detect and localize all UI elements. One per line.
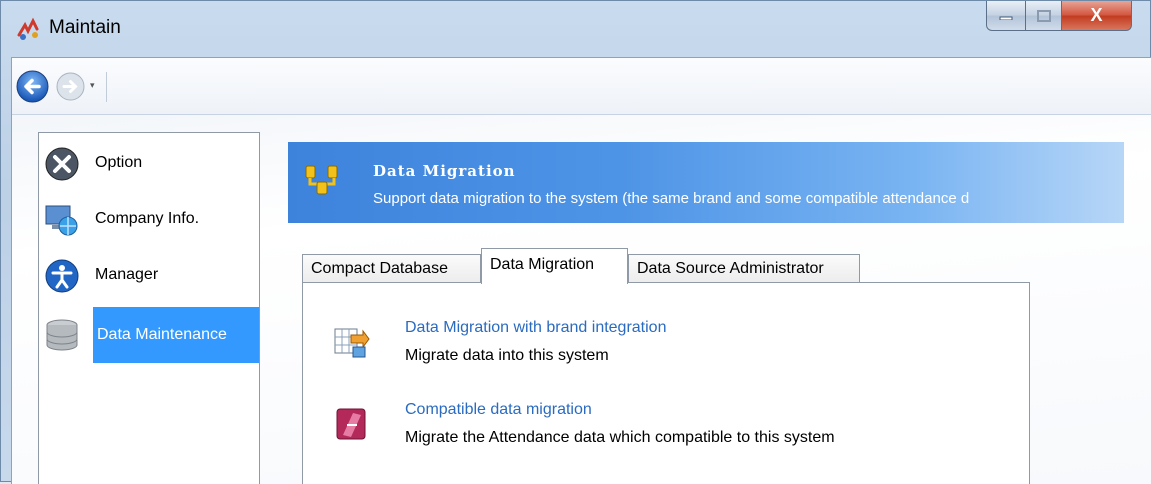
banner-subtitle: Support data migration to the system (th…	[373, 190, 970, 207]
tools-icon	[45, 147, 79, 181]
maximize-button[interactable]	[1026, 1, 1062, 31]
maximize-icon	[1036, 9, 1051, 22]
app-icon	[17, 17, 39, 40]
monitor-globe-icon	[45, 205, 78, 236]
compatible-migration-link[interactable]: Compatible data migration	[405, 401, 592, 419]
compatible-migration-description: Migrate the Attendance data which compat…	[405, 429, 835, 446]
data-migration-icon	[305, 165, 338, 195]
sidebar-item-company-info[interactable]: Company Info.	[39, 195, 259, 245]
section-banner: Data Migration Support data migration to…	[288, 142, 1124, 223]
sidebar-item-data-maintenance[interactable]: Data Maintenance	[39, 307, 259, 363]
data-migration-panel: Data Migration with brand integration Mi…	[302, 282, 1030, 484]
banner-title: Data Migration	[373, 162, 516, 180]
navigation-toolbar: ▾	[12, 58, 1151, 115]
tab-data-source-administrator[interactable]: Data Source Administrator	[628, 254, 860, 283]
window-controls: X	[986, 1, 1132, 31]
tab-compact-database[interactable]: Compact Database	[302, 254, 481, 283]
sidebar-item-label: Data Maintenance	[93, 307, 259, 363]
forward-arrow-icon[interactable]	[56, 72, 85, 101]
client-area: ▾ Option Company Info. Manager Data Main…	[11, 57, 1151, 484]
person-accessibility-icon	[45, 259, 79, 293]
sidebar-item-label: Company Info.	[95, 210, 200, 227]
close-button[interactable]: X	[1062, 1, 1132, 31]
table-migrate-icon	[334, 328, 370, 358]
access-database-icon	[336, 408, 366, 440]
maintain-window: Maintain X ▾ Option Company Info. Manage…	[0, 0, 1151, 484]
close-icon: X	[1090, 5, 1103, 25]
brand-integration-description: Migrate data into this system	[405, 347, 609, 364]
brand-integration-link[interactable]: Data Migration with brand integration	[405, 319, 666, 337]
sidebar-item-option[interactable]: Option	[39, 139, 259, 189]
sidebar: Option Company Info. Manager Data Mainte…	[38, 132, 260, 484]
title-bar[interactable]: Maintain X	[1, 1, 1150, 57]
history-dropdown-icon[interactable]: ▾	[90, 80, 95, 91]
back-arrow-icon[interactable]	[16, 70, 49, 103]
minimize-icon	[999, 16, 1013, 20]
sidebar-item-label: Option	[95, 154, 143, 171]
toolbar-separator	[106, 72, 107, 102]
tab-data-migration[interactable]: Data Migration	[481, 248, 628, 284]
sidebar-item-label: Manager	[95, 266, 159, 283]
sidebar-item-manager[interactable]: Manager	[39, 251, 259, 301]
window-title: Maintain	[49, 17, 121, 38]
minimize-button[interactable]	[986, 1, 1026, 31]
database-icon	[46, 319, 78, 351]
